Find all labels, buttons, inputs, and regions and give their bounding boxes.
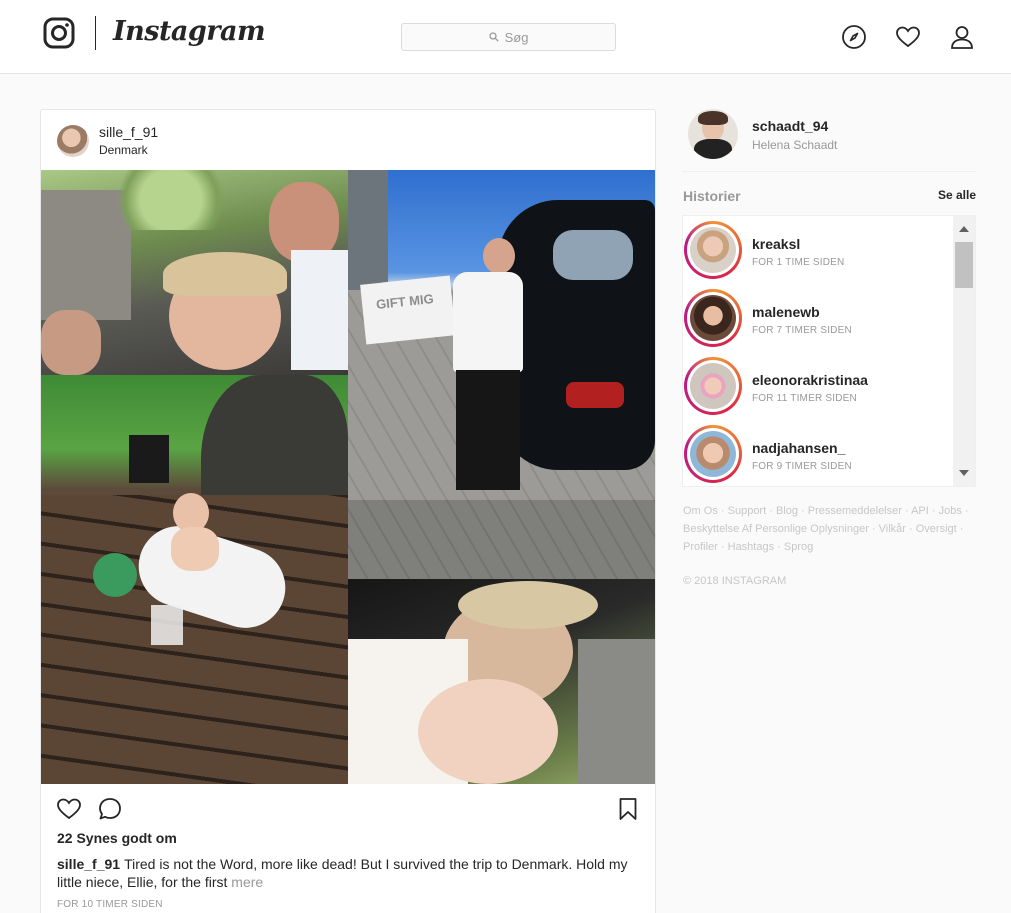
feed-post: sille_f_91 Denmark GIFT MIG 22 Synes god… [40,109,656,913]
story-username: nadjahansen_ [752,440,846,456]
like-heart-icon[interactable] [56,796,82,822]
see-all-stories-link[interactable]: Se alle [938,188,976,202]
heart-icon[interactable] [895,24,921,50]
scroll-up-arrow-icon[interactable] [953,220,975,238]
collage-photo-selfie-with-baby [348,579,655,784]
story-username: eleonorakristinaa [752,372,868,388]
post-author-avatar[interactable] [57,125,89,157]
stories-panel: Historier Se alle kreaksl FOR 1 TIME SID… [682,171,976,488]
scrollbar-thumb[interactable] [955,242,973,288]
comment-icon[interactable] [97,796,123,822]
story-username: kreaksl [752,236,801,252]
footer-link-language[interactable]: Sprog [784,541,813,553]
logo-divider [95,16,96,50]
story-time: FOR 9 TIMER SIDEN [752,461,852,472]
compass-icon[interactable] [841,24,867,50]
caption-text: Tired is not the Word, more like dead! B… [57,856,628,890]
footer-link-api[interactable]: API [911,505,929,517]
story-item[interactable]: malenewb FOR 7 TIMER SIDEN [683,284,953,352]
footer-link-about[interactable]: Om Os [683,505,718,517]
stories-title: Historier [683,188,741,204]
collage-photo-man-by-car: GIFT MIG [348,170,655,579]
story-username: malenewb [752,304,820,320]
copyright-text: © 2018 INSTAGRAM [683,575,787,587]
current-user-avatar[interactable] [688,109,738,159]
story-time: FOR 11 TIMER SIDEN [752,393,857,404]
story-avatar [690,431,736,477]
story-ring [684,289,742,347]
story-ring [684,425,742,483]
story-item[interactable]: kreaksl FOR 1 TIME SIDEN [683,216,953,284]
story-item[interactable]: nadjahansen_ FOR 9 TIMER SIDEN [683,420,953,486]
post-timestamp[interactable]: FOR 10 TIMER SIDEN [57,899,163,910]
search-placeholder: Søg [504,29,529,45]
collage-photo-selfie-table [41,170,348,375]
post-location[interactable]: Denmark [99,143,148,157]
stories-scrollbar[interactable] [953,216,975,486]
search-input[interactable]: Søg [401,23,616,51]
current-user-fullname: Helena Schaadt [752,138,838,152]
like-count[interactable]: 22 Synes godt om [57,830,177,846]
footer-link-directory[interactable]: Oversigt [916,523,957,535]
footer-link-blog[interactable]: Blog [776,505,798,517]
person-icon[interactable] [949,24,975,50]
post-caption: sille_f_91 Tired is not the Word, more li… [57,855,637,891]
footer-link-terms[interactable]: Vilkår [879,523,906,535]
story-time: FOR 7 TIMER SIDEN [752,325,852,336]
instagram-wordmark[interactable]: Instagram [113,16,266,47]
footer-links: Om Os · Support · Blog · Pressemeddelels… [683,505,969,553]
story-ring [684,357,742,415]
post-photo-collage[interactable]: GIFT MIG [41,170,655,784]
footer-link-support[interactable]: Support [728,505,767,517]
story-ring [684,221,742,279]
story-time: FOR 1 TIME SIDEN [752,257,845,268]
post-author-username[interactable]: sille_f_91 [99,124,158,140]
footer-link-profiles[interactable]: Profiler [683,541,718,553]
footer-link-press[interactable]: Pressemeddelelser [808,505,902,517]
instagram-camera-icon[interactable] [43,17,75,49]
story-avatar [690,295,736,341]
story-item[interactable]: eleonorakristinaa FOR 11 TIMER SIDEN [683,352,953,420]
scroll-down-arrow-icon[interactable] [953,464,975,482]
search-icon [488,32,499,42]
bookmark-icon[interactable] [615,796,641,822]
stories-list: kreaksl FOR 1 TIME SIDEN malenewb FOR 7 … [682,215,976,487]
caption-username[interactable]: sille_f_91 [57,856,120,872]
post-action-bar [41,796,655,826]
caption-more-link[interactable]: mere [231,874,263,890]
footer-link-hashtags[interactable]: Hashtags [728,541,774,553]
footer-link-privacy[interactable]: Beskyttelse Af Personlige Oplysninger [683,523,869,535]
collage-photo-baby-in-tub [41,375,348,784]
story-avatar [690,227,736,273]
story-avatar [690,363,736,409]
current-user-username[interactable]: schaadt_94 [752,118,828,134]
footer-link-jobs[interactable]: Jobs [939,505,962,517]
top-navigation-bar: Instagram Søg [0,0,1011,74]
